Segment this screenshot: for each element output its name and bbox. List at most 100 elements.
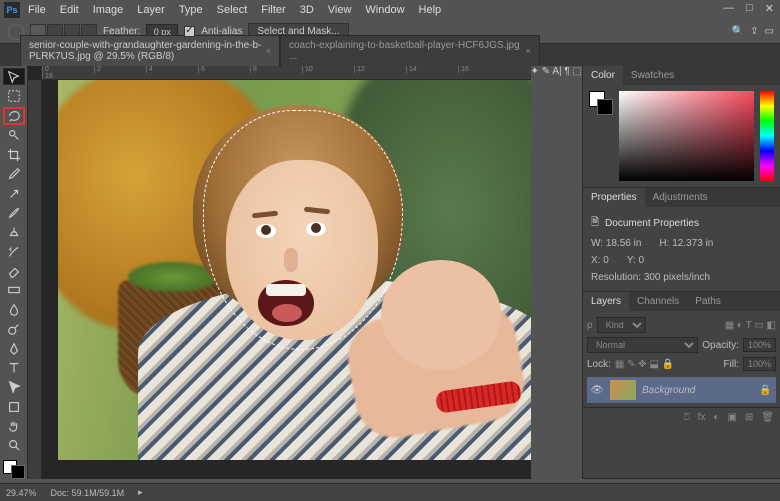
menu-view[interactable]: View bbox=[322, 2, 358, 18]
menu-layer[interactable]: Layer bbox=[131, 2, 171, 18]
move-tool[interactable] bbox=[3, 68, 25, 85]
share-icon[interactable]: ⇪ bbox=[750, 26, 758, 37]
close-tab-icon[interactable]: × bbox=[266, 46, 271, 56]
channels-tab[interactable]: Channels bbox=[629, 292, 687, 311]
brush-tool[interactable] bbox=[3, 204, 25, 221]
color-swatches[interactable] bbox=[3, 460, 25, 479]
lasso-tool[interactable] bbox=[3, 107, 25, 125]
window-maximize-icon[interactable]: □ bbox=[746, 2, 753, 15]
blend-mode-select[interactable]: Normal bbox=[587, 337, 698, 353]
zoom-level[interactable]: 29.47% bbox=[6, 488, 37, 498]
menu-window[interactable]: Window bbox=[359, 2, 410, 18]
doc-size-value: 59.1M/59.1M bbox=[72, 488, 125, 498]
menu-type[interactable]: Type bbox=[173, 2, 209, 18]
panel-color-swatch[interactable] bbox=[589, 91, 613, 115]
fill-value[interactable]: 100% bbox=[743, 357, 776, 371]
properties-tab[interactable]: Properties bbox=[583, 188, 645, 207]
visibility-icon[interactable]: 👁 bbox=[590, 385, 604, 396]
layers-tab[interactable]: Layers bbox=[583, 292, 629, 311]
ruler-horizontal[interactable]: 024681012141618 bbox=[42, 66, 531, 80]
color-panel: Color Swatches bbox=[583, 66, 780, 188]
document-canvas[interactable] bbox=[42, 80, 531, 479]
menu-image[interactable]: Image bbox=[87, 2, 130, 18]
adjustments-tab[interactable]: Adjustments bbox=[645, 188, 716, 207]
quick-select-tool[interactable] bbox=[3, 127, 25, 144]
type-tool[interactable] bbox=[3, 359, 25, 376]
window-minimize-icon[interactable]: — bbox=[723, 2, 734, 15]
swatches-tab[interactable]: Swatches bbox=[623, 66, 682, 85]
history-brush-tool[interactable] bbox=[3, 243, 25, 260]
close-tab-icon[interactable]: × bbox=[526, 46, 531, 56]
layer-thumbnail[interactable] bbox=[610, 380, 636, 400]
dodge-tool[interactable] bbox=[3, 321, 25, 338]
menu-help[interactable]: Help bbox=[413, 2, 448, 18]
antialias-checkbox[interactable] bbox=[184, 26, 195, 37]
status-bar: 29.47% Doc: 59.1M/59.1M ▸ bbox=[0, 483, 780, 501]
paragraph-panel-icon[interactable]: ¶ bbox=[564, 66, 569, 77]
path-select-tool[interactable] bbox=[3, 379, 25, 396]
document-icon: 🗎 bbox=[591, 215, 599, 232]
zoom-tool[interactable] bbox=[3, 437, 25, 454]
image-content bbox=[58, 80, 531, 460]
doc-size-label: Doc: bbox=[51, 488, 70, 498]
menu-3d[interactable]: 3D bbox=[294, 2, 320, 18]
crop-tool[interactable] bbox=[3, 146, 25, 163]
filter-kind-select[interactable]: Kind bbox=[597, 317, 646, 333]
fill-label: Fill: bbox=[723, 359, 739, 370]
status-chevron-icon[interactable]: ▸ bbox=[138, 487, 143, 498]
healing-brush-tool[interactable] bbox=[3, 185, 25, 202]
document-tabs: senior-couple-with-grandaughter-gardenin… bbox=[0, 44, 780, 66]
paths-tab[interactable]: Paths bbox=[687, 292, 729, 311]
canvas-area: 024681012141618 bbox=[28, 66, 531, 479]
workspace-icon[interactable]: ▭ bbox=[765, 26, 774, 37]
3d-panel-icon[interactable]: ⬚ bbox=[573, 66, 582, 77]
window-close-icon[interactable]: ✕ bbox=[765, 2, 774, 15]
document-tab-inactive[interactable]: coach-explaining-to-basketball-player-HC… bbox=[280, 35, 540, 66]
pen-tool[interactable] bbox=[3, 340, 25, 357]
layer-row[interactable]: 👁 Background 🔒 bbox=[587, 377, 776, 403]
properties-panel: Properties Adjustments 🗎 Document Proper… bbox=[583, 188, 780, 292]
menubar: Ps File Edit Image Layer Type Select Fil… bbox=[0, 0, 780, 20]
document-tab-label: senior-couple-with-grandaughter-gardenin… bbox=[29, 40, 262, 62]
new-group-icon[interactable]: ▣ bbox=[727, 412, 736, 423]
color-tab[interactable]: Color bbox=[583, 66, 623, 85]
eyedropper-tool[interactable] bbox=[3, 166, 25, 183]
document-tab-label: coach-explaining-to-basketball-player-HC… bbox=[289, 40, 522, 62]
layer-name: Background bbox=[642, 385, 695, 396]
layer-mask-icon[interactable]: ◐ bbox=[713, 412, 719, 423]
layer-style-icon[interactable]: fx bbox=[698, 412, 706, 423]
brush-panel-icon[interactable]: ✎ bbox=[542, 66, 550, 77]
menu-filter[interactable]: Filter bbox=[255, 2, 291, 18]
blur-tool[interactable] bbox=[3, 301, 25, 318]
link-layers-icon[interactable]: ⍞ bbox=[684, 412, 690, 423]
filter-kind-label: ρ bbox=[587, 320, 593, 331]
opacity-value[interactable]: 100% bbox=[743, 338, 776, 352]
ruler-vertical[interactable] bbox=[28, 80, 42, 479]
hand-tool[interactable] bbox=[3, 417, 25, 434]
layers-panel: Layers Channels Paths ρ Kind ▦ ◐ T ▭ ◧ N… bbox=[583, 292, 780, 479]
opacity-label: Opacity: bbox=[702, 340, 739, 351]
properties-title: Document Properties bbox=[605, 218, 699, 229]
marquee-tool[interactable] bbox=[3, 87, 25, 104]
character-panel-icon[interactable]: A| bbox=[552, 66, 561, 77]
hue-slider[interactable] bbox=[760, 91, 774, 181]
gradient-tool[interactable] bbox=[3, 282, 25, 299]
lock-label: Lock: bbox=[587, 359, 611, 370]
tools-panel bbox=[0, 66, 28, 479]
shape-tool[interactable] bbox=[3, 398, 25, 415]
clone-stamp-tool[interactable] bbox=[3, 224, 25, 241]
history-panel-icon[interactable]: ✦ bbox=[531, 66, 539, 77]
menu-select[interactable]: Select bbox=[211, 2, 254, 18]
collapsed-panels-strip: ✦ ✎ A| ¶ ⬚ bbox=[531, 66, 582, 479]
delete-layer-icon[interactable]: 🗑 bbox=[761, 412, 774, 423]
menu-edit[interactable]: Edit bbox=[54, 2, 85, 18]
menu-file[interactable]: File bbox=[22, 2, 52, 18]
color-field[interactable] bbox=[619, 91, 754, 181]
app-logo-icon: Ps bbox=[4, 2, 20, 18]
eraser-tool[interactable] bbox=[3, 262, 25, 279]
new-layer-icon[interactable]: ⊞ bbox=[745, 412, 753, 423]
lock-icon[interactable]: 🔒 bbox=[759, 385, 773, 396]
right-panels: Color Swatches Properties Adjustments 🗎 … bbox=[582, 66, 780, 479]
document-tab-active[interactable]: senior-couple-with-grandaughter-gardenin… bbox=[20, 35, 280, 66]
search-icon[interactable]: 🔍 bbox=[732, 26, 744, 37]
